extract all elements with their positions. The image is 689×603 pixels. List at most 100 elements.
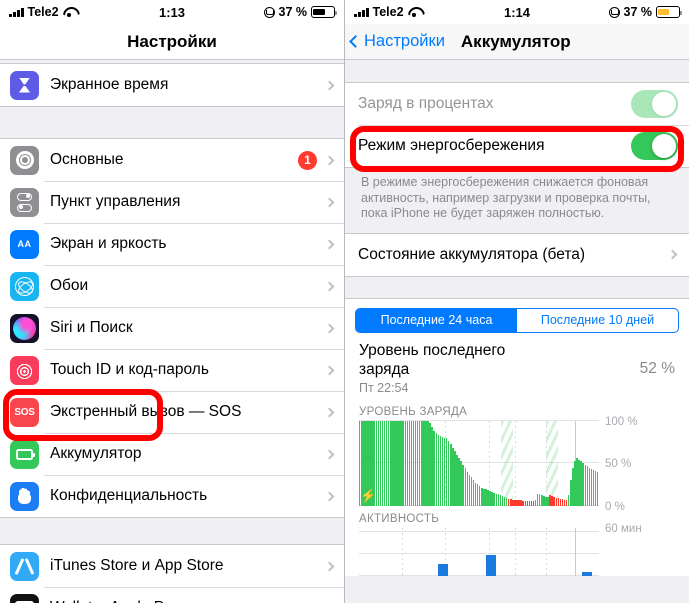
battery-percentage-toggle[interactable]: [631, 90, 678, 118]
charging-band: [546, 420, 559, 506]
segmented-control-wrap: Последние 24 часа Последние 10 дней: [345, 298, 689, 337]
row-battery-health[interactable]: Состояние аккумулятора (бета): [345, 233, 689, 276]
chevron-right-icon: [324, 323, 335, 333]
control-center-icon: [10, 187, 39, 217]
last-charge-label: Уровень последнего заряда: [359, 341, 506, 378]
last-charge-value: 52 %: [639, 359, 675, 377]
sidebar-item-конфиденциальность[interactable]: Конфиденциальность: [0, 475, 344, 517]
row-accessory: [324, 80, 344, 90]
sidebar-item-основные[interactable]: Основные 1: [0, 139, 344, 181]
settings-group-2: iTunes Store и App Store Wallet и Apple P…: [0, 544, 344, 603]
sidebar-item-экранное-время[interactable]: Экранное время: [0, 64, 344, 106]
chevron-right-icon: [324, 407, 335, 417]
gear-icon: [10, 145, 39, 175]
sidebar-item-аккумулятор[interactable]: Аккумулятор: [0, 433, 344, 475]
tab-last-10-days[interactable]: Последние 10 дней: [517, 309, 678, 332]
nav-bar-left: Настройки: [0, 24, 344, 60]
row-accessory: [324, 407, 344, 417]
chevron-right-icon: [324, 281, 335, 291]
chevron-right-icon: [667, 249, 678, 260]
row-accessory: [324, 197, 344, 207]
settings-group-1: Основные 1 Пункт управления AA Экран и яркос…: [0, 138, 344, 518]
tab-last-24-hours[interactable]: Последние 24 часа: [356, 308, 517, 332]
row-accessory: [324, 449, 344, 459]
sidebar-item-itunes-store-и-app-store[interactable]: iTunes Store и App Store: [0, 545, 344, 587]
y-axis-tick-label: 100 %: [605, 415, 638, 428]
status-bar-left-group: Tele2: [9, 5, 76, 19]
group-spacer: [0, 107, 344, 138]
sidebar-item-экстренный-вызов-sos[interactable]: SOS Экстренный вызов — SOS: [0, 391, 344, 433]
y-axis-tick-label: 60 мин: [605, 522, 642, 535]
fingerprint-icon: [10, 355, 39, 385]
chart-bar: [581, 572, 592, 576]
battery-health-group: Состояние аккумулятора (бета): [345, 232, 689, 277]
sidebar-item-пункт-управления[interactable]: Пункт управления: [0, 181, 344, 223]
spacer: [345, 276, 689, 298]
sidebar-item-label: Экран и яркость: [50, 235, 167, 252]
chevron-right-icon: [324, 239, 335, 249]
page-title: Настройки: [127, 31, 217, 51]
settings-list-panel: Tele2 1:13 37 % Настройки Экранное время…: [0, 0, 345, 603]
sidebar-item-label: Экстренный вызов — SOS: [50, 403, 242, 420]
display-brightness-icon: AA: [10, 229, 39, 259]
row-label: Состояние аккумулятора (бета): [358, 245, 586, 263]
chevron-right-icon: [324, 155, 335, 165]
sidebar-item-label: Touch ID и код-пароль: [50, 361, 209, 378]
last-charge-level-row: Уровень последнего заряда 52 %: [345, 336, 689, 381]
chart-bar: [485, 554, 496, 576]
gridline: [359, 530, 599, 532]
sidebar-item-label: Аккумулятор: [50, 445, 142, 462]
battery-toggles-group: Заряд в процентах Режим энергосбережения: [345, 82, 689, 168]
chevron-right-icon: [324, 197, 335, 207]
battery-icon: [311, 6, 338, 18]
y-axis-tick-label: 0 %: [605, 500, 625, 513]
last-charge-time: Пт 22:54: [345, 380, 689, 399]
sidebar-item-label: Siri и Поиск: [50, 319, 133, 336]
settings-group-0: Экранное время: [0, 63, 344, 107]
charging-bolt-icon: ⚡: [360, 487, 377, 503]
wifi-icon: [408, 7, 421, 17]
status-bar-right-group: 37 %: [608, 5, 683, 19]
status-bar-left-group: Tele2: [354, 5, 421, 19]
sidebar-item-label: Wallet и Apple Pay: [50, 599, 180, 603]
activity-plot: [359, 527, 599, 576]
time-gridline: [515, 420, 516, 506]
status-bar-left: Tele2 1:13 37 %: [0, 0, 344, 24]
y-axis-tick-label: 50 %: [605, 458, 632, 470]
siri-icon: [10, 313, 39, 343]
row-battery-percentage[interactable]: Заряд в процентах: [345, 83, 689, 125]
status-bar-right-group: 37 %: [263, 5, 338, 19]
low-power-mode-toggle[interactable]: [631, 132, 678, 160]
notification-badge: 1: [298, 150, 317, 170]
chevron-right-icon: [324, 365, 335, 375]
time-range-segmented-control[interactable]: Последние 24 часа Последние 10 дней: [355, 307, 679, 333]
sidebar-item-обои[interactable]: Обои: [0, 265, 344, 307]
sidebar-item-label: Экранное время: [50, 76, 169, 93]
sidebar-item-label: Основные: [50, 151, 124, 168]
chevron-right-icon: [324, 491, 335, 501]
cellular-signal-icon: [354, 7, 369, 17]
row-accessory: [324, 239, 344, 249]
sidebar-item-label: Пункт управления: [50, 193, 181, 210]
row-accessory: [324, 323, 344, 333]
row-accessory: [324, 491, 344, 501]
row-low-power-mode[interactable]: Режим энергосбережения: [345, 125, 689, 167]
charging-band: [500, 420, 513, 506]
battery-icon: [656, 6, 683, 18]
carrier-label: Tele2: [372, 5, 404, 19]
sidebar-item-экран-и-яркость[interactable]: AA Экран и яркость: [0, 223, 344, 265]
low-power-mode-description: В режиме энергосбережения снижается фоно…: [345, 168, 689, 233]
back-button[interactable]: Настройки: [349, 32, 445, 51]
page-title: Аккумулятор: [460, 31, 571, 51]
sidebar-item-touch-id-и-код-пароль[interactable]: Touch ID и код-пароль: [0, 349, 344, 391]
battery-icon: [10, 439, 39, 469]
chevron-right-icon: [324, 449, 335, 459]
privacy-hand-icon: [10, 481, 39, 511]
carrier-label: Tele2: [27, 5, 59, 19]
sidebar-item-wallet-и-apple-pay[interactable]: Wallet и Apple Pay: [0, 587, 344, 603]
hourglass-icon: [10, 70, 39, 100]
sidebar-item-siri-и-поиск[interactable]: Siri и Поиск: [0, 307, 344, 349]
time-gridline: [402, 527, 404, 576]
battery-level-y-axis: 0 % 50 % 100 %: [599, 416, 689, 513]
wallet-icon: [10, 593, 39, 603]
